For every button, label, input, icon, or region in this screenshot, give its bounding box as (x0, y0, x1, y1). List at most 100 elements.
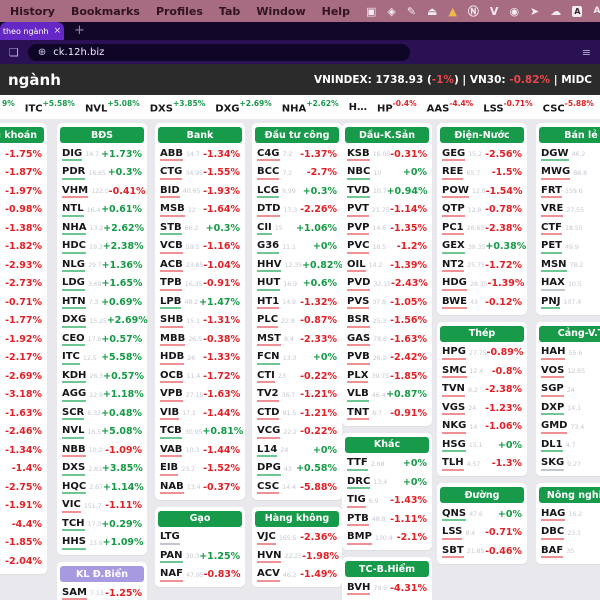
menu-item-bookmarks[interactable]: Bookmarks (71, 5, 140, 18)
stock-row[interactable]: KDH 26.3 +0.57% (57, 367, 147, 386)
ticker-item[interactable]: CSC-5.88% (543, 99, 594, 114)
stock-row[interactable]: HPG 27.75 -0.89% (437, 344, 527, 363)
new-tab-button[interactable]: + (74, 23, 85, 39)
stock-row[interactable]: CTI 23 -0.22% (252, 367, 342, 386)
stock-row[interactable]: CEO 17.6 +0.57% (57, 330, 147, 349)
stock-row[interactable]: -1.97% (0, 182, 47, 201)
stock-row[interactable]: LDG 3.69 +1.65% (57, 275, 147, 294)
stock-row[interactable]: -4.4% (0, 515, 47, 534)
stock-row[interactable]: HDG 28.35 -1.39% (437, 275, 527, 294)
stock-row[interactable]: HT1 14.9 -1.32% (252, 293, 342, 312)
stock-row[interactable]: PVD 32.15 -2.43% (342, 275, 432, 294)
stock-row[interactable]: -2.93% (0, 256, 47, 275)
menu-item-profiles[interactable]: Profiles (156, 5, 203, 18)
stock-row[interactable]: NAB 13.4 -0.37% (155, 478, 245, 497)
stock-row[interactable]: DRC 13.4 +0% (342, 473, 432, 492)
stock-row[interactable]: NHA 13.2 +2.62% (57, 219, 147, 238)
stock-row[interactable]: KSB 16.05 -0.31% (342, 145, 432, 164)
menu-item-window[interactable]: Window (256, 5, 305, 18)
stock-row[interactable]: BMP 130.4 -2.1% (342, 529, 432, 548)
stock-row[interactable]: CTF18.55- (536, 219, 600, 238)
stock-row[interactable]: VRE27.55-0 (536, 201, 600, 220)
stock-row[interactable]: OIL 14.2 -1.39% (342, 256, 432, 275)
stock-row[interactable]: VLB 46.4 +0.87% (342, 386, 432, 405)
stock-row[interactable]: DXG 15.25 +2.69% (57, 312, 148, 331)
stock-row[interactable]: HHV 12.35 +0.82% (252, 256, 343, 275)
stock-row[interactable]: TNT 8.7 -0.91% (342, 404, 432, 423)
stock-row[interactable]: NTL 16.4 +0.61% (57, 201, 147, 220)
stock-row[interactable]: SBT 21.85 -0.46% (437, 542, 527, 561)
stock-row[interactable]: VGS 24 -1.23% (437, 399, 527, 418)
n-badge-icon[interactable]: Ⓝ (468, 3, 479, 19)
stock-row[interactable]: L14 24 +0% (252, 441, 342, 460)
stock-row[interactable]: ACV 46.2 -1.49% (252, 566, 342, 585)
stock-row[interactable]: -1.63% (0, 404, 47, 423)
input-source-icon[interactable]: A (572, 5, 583, 17)
stock-row[interactable]: CTD 81.5 -1.21% (252, 404, 342, 423)
stock-row[interactable]: TCB 30.95 +0.81% (155, 423, 245, 442)
stock-row[interactable]: -1.75% (0, 145, 47, 164)
menu-item-tab[interactable]: Tab (219, 5, 240, 18)
stock-row[interactable]: LSS 8.4 -0.71% (437, 524, 527, 543)
stock-row[interactable]: LTG (155, 529, 245, 548)
stock-row[interactable]: -2.75% (0, 478, 47, 497)
bookmark-icon[interactable]: ❏ (9, 46, 19, 59)
stock-row[interactable]: -0.71% (0, 293, 47, 312)
stock-row[interactable]: HAH55.6-1 (536, 344, 600, 363)
stock-row[interactable]: HAG16.2-0 (536, 505, 600, 524)
stock-row[interactable]: SCR 6.33 +0.48% (57, 404, 147, 423)
stock-row[interactable]: -1.34% (0, 441, 47, 460)
stock-row[interactable]: -2.17% (0, 349, 47, 368)
bird-icon[interactable]: ➤ (530, 5, 539, 18)
stock-row[interactable]: GAS 78.6 -1.63% (342, 330, 432, 349)
stock-row[interactable]: VJC 165.5 -2.36% (252, 529, 342, 548)
stock-row[interactable]: VCB 59.5 -1.16% (155, 238, 245, 257)
stock-row[interactable]: SAM 7.13 -1.25% (57, 584, 147, 600)
ticker-item[interactable]: LSS-0.71% (483, 99, 532, 114)
tab-theo-nganh[interactable]: theo ngành × (0, 22, 64, 40)
stock-row[interactable]: HTN 7.3 +0.69% (57, 293, 147, 312)
ticker-item[interactable]: 9% (2, 99, 15, 114)
stock-row[interactable]: -0.98% (0, 201, 47, 220)
stock-row[interactable]: -2.46% (0, 423, 47, 442)
stock-row[interactable]: -2.69% (0, 367, 47, 386)
stock-row[interactable]: VOS12.65-1 (536, 362, 600, 381)
stock-row[interactable]: DXP14.1+1 (536, 399, 600, 418)
stock-row[interactable]: GEX 39.35 +0.38% (437, 238, 527, 257)
stock-row[interactable]: NVL 16.5 +5.08% (57, 423, 147, 442)
ticker-item[interactable]: ITC+5.58% (25, 99, 75, 114)
stock-row[interactable]: SKG 9.27 (536, 455, 600, 474)
stock-row[interactable]: NLG 29.7 +1.36% (57, 256, 147, 275)
stock-row[interactable]: SHB 15.1 -1.31% (155, 312, 245, 331)
stock-row[interactable]: VIC 151.7 -1.11% (57, 497, 147, 516)
stock-row[interactable]: LPB 48.2 +1.47% (155, 293, 245, 312)
eject-box-icon[interactable]: ⏏ (427, 5, 437, 18)
ticker-item[interactable]: H… (349, 102, 367, 113)
stock-row[interactable]: PDR 16.65 +0.3% (57, 164, 147, 183)
shield-icon[interactable]: ◈ (387, 5, 395, 18)
stock-row[interactable]: HDC 19.3 +2.38% (57, 238, 147, 257)
stock-row[interactable]: REE 65.7 -1.5% (437, 164, 527, 183)
stock-row[interactable]: SGP24-1 (536, 381, 600, 400)
stock-row[interactable]: TLH 4.57 -1.3% (437, 455, 527, 474)
stock-row[interactable]: -1.77% (0, 312, 47, 331)
stock-row[interactable]: HSG 15.1 +0% (437, 436, 527, 455)
stock-row[interactable]: PVC 16.5 -1.2% (342, 238, 432, 257)
stock-row[interactable]: PC1 26.65 -2.38% (437, 219, 527, 238)
stock-row[interactable]: -1.92% (0, 330, 47, 349)
stock-row[interactable]: MWG88.8-1 (536, 164, 600, 183)
stock-row[interactable]: -3.18% (0, 386, 47, 405)
stock-row[interactable]: HDB 26 -1.33% (155, 349, 245, 368)
stock-row[interactable]: BAF35-1 (536, 542, 600, 561)
stock-row[interactable]: -1.91% (0, 497, 47, 516)
stock-row[interactable]: GEG 15.2 -2.56% (437, 145, 527, 164)
stock-row[interactable]: MSB 12 -1.64% (155, 201, 245, 220)
stock-row[interactable]: DGW46.2+1 (536, 145, 600, 164)
stock-row[interactable]: -1.87% (0, 164, 47, 183)
stock-row[interactable]: AGG 12.9 +1.18% (57, 386, 147, 405)
stock-row[interactable]: PET49.9+0 (536, 238, 600, 257)
stock-row[interactable]: PVT 21.75 -1.14% (342, 201, 432, 220)
stock-row[interactable]: -2.04% (0, 552, 47, 571)
stock-row[interactable]: G36 11.1 +0% (252, 238, 342, 257)
stock-row[interactable]: DIG 14.7 +1.73% (57, 145, 147, 164)
